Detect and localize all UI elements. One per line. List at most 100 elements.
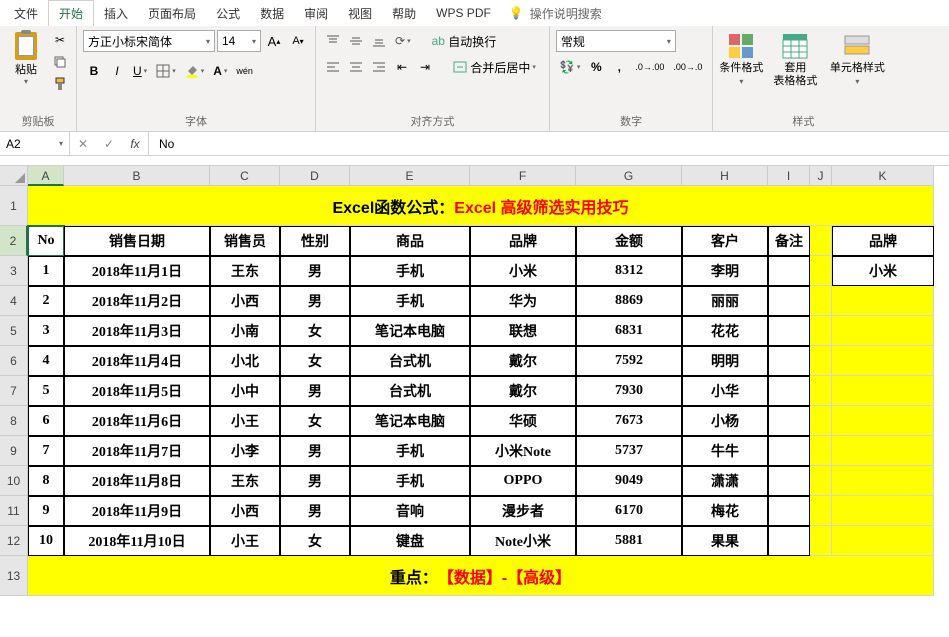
increase-indent-button[interactable]: ⇥: [414, 56, 436, 78]
cell-D8[interactable]: 女: [280, 406, 350, 436]
col-header-E[interactable]: E: [350, 166, 470, 186]
row-header-13[interactable]: 13: [0, 556, 28, 596]
cell-J5[interactable]: [810, 316, 832, 346]
cell-K10[interactable]: [832, 466, 934, 496]
cell-K6[interactable]: [832, 346, 934, 376]
row-header-4[interactable]: 4: [0, 286, 28, 316]
col-header-F[interactable]: F: [470, 166, 576, 186]
cell-A4[interactable]: 2: [28, 286, 64, 316]
cell-J2[interactable]: [810, 226, 832, 256]
paste-button[interactable]: 粘贴 ▾: [6, 30, 46, 86]
phonetic-button[interactable]: wén: [232, 60, 257, 82]
cell-H5[interactable]: 花花: [682, 316, 768, 346]
cell-E11[interactable]: 音响: [350, 496, 470, 526]
cell-I4[interactable]: [768, 286, 810, 316]
menu-insert[interactable]: 插入: [94, 1, 138, 26]
col-header-C[interactable]: C: [210, 166, 280, 186]
align-bottom-button[interactable]: [368, 30, 390, 52]
title-banner[interactable]: Excel函数公式： Excel 高级筛选实用技巧: [28, 186, 934, 226]
cell-K3[interactable]: 小米: [832, 256, 934, 286]
cell-J3[interactable]: [810, 256, 832, 286]
cut-button[interactable]: ✂: [50, 30, 70, 50]
cell-I8[interactable]: [768, 406, 810, 436]
font-size-select[interactable]: 14▾: [217, 30, 261, 52]
font-color-button[interactable]: A: [209, 60, 231, 82]
menu-formula[interactable]: 公式: [206, 1, 250, 26]
cell-B2[interactable]: 销售日期: [64, 226, 210, 256]
menu-wps-pdf[interactable]: WPS PDF: [426, 2, 501, 24]
menu-help[interactable]: 帮助: [382, 1, 426, 26]
cell-I12[interactable]: [768, 526, 810, 556]
cell-H6[interactable]: 明明: [682, 346, 768, 376]
cell-H10[interactable]: 潇潇: [682, 466, 768, 496]
align-middle-button[interactable]: [345, 30, 367, 52]
cell-J10[interactable]: [810, 466, 832, 496]
cell-H12[interactable]: 果果: [682, 526, 768, 556]
cell-I6[interactable]: [768, 346, 810, 376]
cell-J9[interactable]: [810, 436, 832, 466]
col-header-I[interactable]: I: [768, 166, 810, 186]
cell-E9[interactable]: 手机: [350, 436, 470, 466]
cell-H2[interactable]: 客户: [682, 226, 768, 256]
cell-H9[interactable]: 牛牛: [682, 436, 768, 466]
cell-E8[interactable]: 笔记本电脑: [350, 406, 470, 436]
increase-font-button[interactable]: A▴: [263, 30, 285, 52]
cell-B8[interactable]: 2018年11月6日: [64, 406, 210, 436]
increase-decimal-button[interactable]: .0→.00: [631, 56, 668, 78]
cell-B12[interactable]: 2018年11月10日: [64, 526, 210, 556]
formula-input[interactable]: No: [149, 132, 949, 155]
cell-B9[interactable]: 2018年11月7日: [64, 436, 210, 466]
cell-C8[interactable]: 小王: [210, 406, 280, 436]
row-header-6[interactable]: 6: [0, 346, 28, 376]
cell-D11[interactable]: 男: [280, 496, 350, 526]
row-header-10[interactable]: 10: [0, 466, 28, 496]
cell-E6[interactable]: 台式机: [350, 346, 470, 376]
conditional-format-button[interactable]: 条件格式▾: [719, 30, 763, 88]
cell-G2[interactable]: 金额: [576, 226, 682, 256]
cell-I7[interactable]: [768, 376, 810, 406]
decrease-indent-button[interactable]: ⇤: [391, 56, 413, 78]
cell-C3[interactable]: 王东: [210, 256, 280, 286]
cell-E2[interactable]: 商品: [350, 226, 470, 256]
cell-E10[interactable]: 手机: [350, 466, 470, 496]
cell-C6[interactable]: 小北: [210, 346, 280, 376]
cell-D4[interactable]: 男: [280, 286, 350, 316]
row-header-9[interactable]: 9: [0, 436, 28, 466]
wrap-text-button[interactable]: ab 自动换行: [425, 30, 504, 52]
cell-D3[interactable]: 男: [280, 256, 350, 286]
cell-K4[interactable]: [832, 286, 934, 316]
border-button[interactable]: [152, 60, 180, 82]
menu-layout[interactable]: 页面布局: [138, 1, 206, 26]
cell-J8[interactable]: [810, 406, 832, 436]
cell-D2[interactable]: 性别: [280, 226, 350, 256]
cell-D12[interactable]: 女: [280, 526, 350, 556]
comma-button[interactable]: ,: [608, 56, 630, 78]
cell-I2[interactable]: 备注: [768, 226, 810, 256]
cell-F10[interactable]: OPPO: [470, 466, 576, 496]
cell-I9[interactable]: [768, 436, 810, 466]
cell-F7[interactable]: 戴尔: [470, 376, 576, 406]
cell-B6[interactable]: 2018年11月4日: [64, 346, 210, 376]
cell-I5[interactable]: [768, 316, 810, 346]
cell-A5[interactable]: 3: [28, 316, 64, 346]
cell-G10[interactable]: 9049: [576, 466, 682, 496]
cell-B3[interactable]: 2018年11月1日: [64, 256, 210, 286]
cell-B10[interactable]: 2018年11月8日: [64, 466, 210, 496]
name-box[interactable]: A2▾: [0, 132, 70, 155]
cell-B5[interactable]: 2018年11月3日: [64, 316, 210, 346]
cell-K11[interactable]: [832, 496, 934, 526]
cell-I10[interactable]: [768, 466, 810, 496]
cell-A9[interactable]: 7: [28, 436, 64, 466]
underline-button[interactable]: U: [129, 60, 151, 82]
tell-me-search[interactable]: 💡 操作说明搜索: [509, 5, 602, 22]
cell-C4[interactable]: 小西: [210, 286, 280, 316]
menu-data[interactable]: 数据: [250, 1, 294, 26]
italic-button[interactable]: I: [106, 60, 128, 82]
cell-F6[interactable]: 戴尔: [470, 346, 576, 376]
cell-E3[interactable]: 手机: [350, 256, 470, 286]
col-header-G[interactable]: G: [576, 166, 682, 186]
cell-G5[interactable]: 6831: [576, 316, 682, 346]
cell-G3[interactable]: 8312: [576, 256, 682, 286]
col-header-B[interactable]: B: [64, 166, 210, 186]
menu-file[interactable]: 文件: [4, 1, 48, 26]
